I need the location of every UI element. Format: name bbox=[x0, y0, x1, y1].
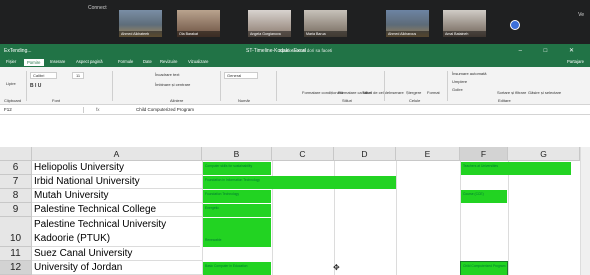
paste-button[interactable]: Lipire bbox=[6, 81, 16, 86]
fill-button[interactable]: Umplere bbox=[452, 79, 467, 84]
number-format-select[interactable]: General bbox=[224, 72, 259, 79]
select-all-corner[interactable] bbox=[0, 147, 32, 161]
tab-view[interactable]: Vizualizare bbox=[188, 59, 208, 64]
column-header-e[interactable]: E bbox=[396, 147, 460, 161]
column-header-g[interactable]: G bbox=[508, 147, 580, 161]
participant-name: Ahmed Alkharous bbox=[386, 31, 429, 37]
window-controls[interactable]: – □ ✕ bbox=[519, 47, 584, 54]
view-label[interactable]: Ve bbox=[578, 12, 584, 18]
search-box[interactable]: Spunoti ne-ai dori sa faceti bbox=[279, 48, 332, 53]
column-header-d[interactable]: D bbox=[334, 147, 396, 161]
cell-a9[interactable]: Palestine Technical College bbox=[32, 203, 202, 217]
spreadsheet-grid: A B C D E F G 6 Heliopolis University 7 … bbox=[0, 147, 580, 275]
wrap-text-button[interactable]: Încadrare text bbox=[155, 72, 179, 77]
row-header[interactable]: 7 bbox=[0, 175, 32, 189]
participant-tile[interactable]: Ola Barakat bbox=[177, 10, 220, 37]
green-cell-b7[interactable]: Foundation in Information Technology bbox=[203, 176, 396, 189]
participant-name: Ahmed Alkhateeb bbox=[119, 31, 162, 37]
title-bar: ExTending... ST-Timeline-Kodaki - Excel … bbox=[0, 44, 590, 58]
green-cell-b6[interactable]: Computer skills for sustainability bbox=[203, 162, 271, 175]
green-cell-f6[interactable]: Teachers at Universities bbox=[461, 162, 571, 175]
conditional-format-button[interactable]: Formatare condiționată bbox=[302, 90, 343, 95]
tab-layout[interactable]: Aspect pagină bbox=[76, 59, 103, 64]
column-header-b[interactable]: B bbox=[202, 147, 272, 161]
row-header[interactable]: 11 bbox=[0, 247, 32, 261]
cell-a7[interactable]: Irbid National University bbox=[32, 175, 202, 189]
font-name-select[interactable]: Calibri bbox=[30, 72, 58, 79]
tab-review[interactable]: Revizuire bbox=[160, 59, 177, 64]
green-cell-b12[interactable]: Basic Computer in Education bbox=[203, 262, 271, 275]
font-size-select[interactable]: 11 bbox=[72, 72, 85, 79]
mouse-cursor-icon: ✥ bbox=[333, 263, 340, 272]
number-group-label: Număr bbox=[238, 98, 251, 103]
connect-label: Connect bbox=[88, 5, 107, 11]
clear-button[interactable]: Golire bbox=[452, 87, 463, 92]
cell-styles-button[interactable]: Stiluri de celule bbox=[362, 90, 389, 95]
screen-share-icon[interactable] bbox=[510, 20, 520, 30]
participant-tile[interactable]: Ahmed Alkharous bbox=[386, 10, 429, 37]
cell-a10[interactable]: Palestine Technical University Kadoorie … bbox=[32, 217, 200, 247]
formula-bar: F12 fx Child Computerized Program bbox=[0, 105, 590, 115]
fx-icon[interactable]: fx bbox=[96, 107, 100, 112]
cells-group-label: Celule bbox=[409, 98, 421, 103]
tab-home[interactable]: Pornire bbox=[24, 59, 44, 66]
row-header[interactable]: 10 bbox=[0, 217, 32, 247]
row-header[interactable]: 12 bbox=[0, 261, 32, 275]
participant-tile[interactable]: Amal Bataineh bbox=[443, 10, 486, 37]
green-cell-f12[interactable]: Child Computerized Program bbox=[460, 261, 508, 275]
column-header-a[interactable]: A bbox=[32, 147, 202, 161]
participant-name: Amal Bataineh bbox=[443, 31, 486, 37]
tab-insert[interactable]: Inserare bbox=[50, 59, 65, 64]
font-group-label: Font bbox=[52, 98, 61, 103]
green-cell-b8[interactable]: Foundation Technology bbox=[203, 190, 271, 203]
styles-group-label: Stiluri bbox=[342, 98, 353, 103]
cell-a12[interactable]: University of Jordan bbox=[32, 261, 202, 275]
tab-formulas[interactable]: Formule bbox=[118, 59, 133, 64]
cell-a8[interactable]: Mutah University bbox=[32, 189, 202, 203]
green-cell-b10[interactable]: Renewable bbox=[203, 218, 271, 247]
cell-a6[interactable]: Heliopolis University bbox=[32, 161, 202, 175]
file-title: ExTending... bbox=[4, 48, 32, 54]
autosum-button[interactable]: Însumare automată bbox=[452, 71, 486, 76]
column-header-f[interactable]: F bbox=[460, 147, 508, 161]
participant-tile[interactable]: Maria Barua bbox=[304, 10, 347, 37]
cell-a11[interactable]: Suez Canal University bbox=[32, 247, 202, 261]
participant-name: Ola Barakat bbox=[177, 31, 220, 37]
participant-tile[interactable]: Ahmed Alkhateeb bbox=[119, 10, 162, 37]
alignment-group-label: Aliniere bbox=[170, 98, 184, 103]
tab-file[interactable]: Fișier bbox=[6, 59, 16, 64]
sort-filter-button[interactable]: Sortare și filtrare bbox=[497, 90, 526, 95]
participant-name: Maria Barua bbox=[304, 31, 347, 37]
row-header[interactable]: 8 bbox=[0, 189, 32, 203]
name-box[interactable]: F12 bbox=[4, 107, 84, 113]
ribbon-tabs: Fișier Pornire Inserare Aspect pagină Fo… bbox=[0, 58, 590, 67]
video-call-bar: Connect Ahmed Alkhateeb Ola Barakat Ange… bbox=[0, 0, 590, 44]
vertical-scrollbar[interactable] bbox=[580, 147, 590, 275]
participant-name: Angela Gorgianova bbox=[248, 31, 291, 37]
column-header-c[interactable]: C bbox=[272, 147, 334, 161]
editing-group-label: Editare bbox=[498, 98, 511, 103]
share-button[interactable]: Partajare bbox=[567, 59, 584, 64]
delete-cells-button[interactable]: Ștergere bbox=[406, 90, 421, 95]
tab-data[interactable]: Date bbox=[143, 59, 152, 64]
excel-window: ExTending... ST-Timeline-Kodaki - Excel … bbox=[0, 44, 590, 275]
find-select-button[interactable]: Găsire și selectare bbox=[528, 90, 561, 95]
green-cell-b9[interactable]: Energetic bbox=[203, 204, 271, 217]
green-cell-f8[interactable]: Course (CCE) bbox=[461, 190, 507, 203]
insert-cells-button[interactable]: Inserare bbox=[389, 90, 404, 95]
merge-center-button[interactable]: Îmbinare și centrare bbox=[155, 82, 190, 87]
formula-input[interactable]: Child Computerized Program bbox=[136, 107, 194, 112]
row-header[interactable]: 9 bbox=[0, 203, 32, 217]
participant-tile[interactable]: Angela Gorgianova bbox=[248, 10, 291, 37]
clipboard-group-label: Clipboard bbox=[4, 98, 22, 103]
format-cells-button[interactable]: Format bbox=[427, 90, 440, 95]
row-header[interactable]: 6 bbox=[0, 161, 32, 175]
bold-italic-underline[interactable]: B I U bbox=[30, 83, 41, 89]
ribbon: Lipire Clipboard Calibri 11 B I U Font Î… bbox=[0, 67, 590, 105]
